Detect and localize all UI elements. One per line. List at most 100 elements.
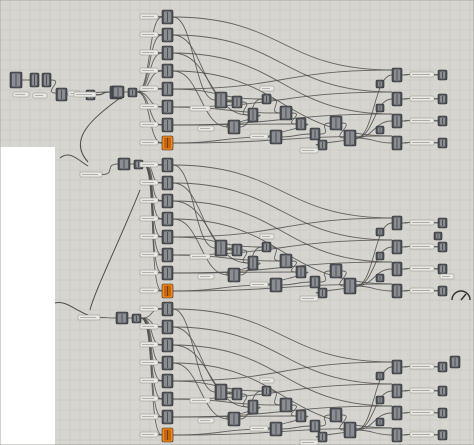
component[interactable]: [161, 211, 174, 227]
component[interactable]: [437, 407, 448, 419]
parameter-slot[interactable]: [409, 243, 435, 250]
parameter-slot[interactable]: [32, 92, 48, 99]
parameter-slot[interactable]: [409, 431, 435, 438]
parameter-slot[interactable]: [409, 117, 435, 124]
component[interactable]: [247, 107, 259, 123]
component[interactable]: [269, 277, 283, 293]
component[interactable]: [231, 387, 243, 401]
component[interactable]: [309, 127, 321, 141]
component[interactable]: [391, 359, 403, 375]
component[interactable]: [391, 383, 403, 399]
parameter-slot[interactable]: [139, 251, 159, 258]
component[interactable]: [161, 229, 174, 245]
component[interactable]: [55, 87, 68, 102]
parameter-slot[interactable]: [73, 91, 97, 98]
component[interactable]: [329, 263, 343, 279]
highlighted-component[interactable]: [161, 135, 174, 151]
parameter-slot[interactable]: [139, 413, 159, 420]
component[interactable]: [161, 193, 174, 209]
component[interactable]: [247, 255, 259, 271]
parameter-slot[interactable]: [139, 197, 159, 204]
node-graph[interactable]: [0, 0, 474, 445]
component[interactable]: [433, 231, 443, 241]
component[interactable]: [161, 373, 174, 389]
component[interactable]: [9, 71, 23, 89]
component[interactable]: [269, 129, 283, 145]
parameter-slot[interactable]: [139, 179, 159, 186]
parameter-slot[interactable]: [197, 273, 215, 280]
component[interactable]: [227, 267, 241, 283]
component[interactable]: [391, 135, 403, 151]
component[interactable]: [117, 157, 131, 171]
parameter-slot[interactable]: [249, 133, 269, 140]
component[interactable]: [329, 115, 343, 131]
parameter-slot[interactable]: [139, 49, 159, 56]
component[interactable]: [375, 79, 385, 89]
component[interactable]: [391, 67, 403, 83]
component[interactable]: [227, 411, 241, 427]
component[interactable]: [375, 395, 385, 405]
component[interactable]: [279, 397, 293, 413]
component[interactable]: [391, 261, 403, 277]
parameter-slot[interactable]: [79, 171, 103, 178]
component[interactable]: [261, 241, 272, 253]
component[interactable]: [343, 277, 357, 295]
parameter-slot[interactable]: [249, 281, 269, 288]
component[interactable]: [343, 129, 357, 147]
component[interactable]: [161, 81, 174, 97]
parameter-slot[interactable]: [139, 215, 159, 222]
parameter-slot[interactable]: [139, 377, 159, 384]
component[interactable]: [161, 63, 174, 79]
parameter-slot[interactable]: [259, 377, 275, 384]
parameter-slot[interactable]: [299, 147, 319, 154]
component[interactable]: [161, 391, 174, 407]
parameter-slot[interactable]: [409, 265, 435, 272]
component[interactable]: [437, 217, 448, 229]
component[interactable]: [437, 385, 448, 397]
parameter-slot[interactable]: [439, 273, 455, 280]
parameter-slot[interactable]: [409, 219, 435, 226]
component[interactable]: [161, 409, 174, 425]
parameter-slot[interactable]: [139, 359, 159, 366]
parameter-slot[interactable]: [409, 287, 435, 294]
parameter-slot[interactable]: [139, 287, 159, 294]
component[interactable]: [317, 431, 328, 443]
component[interactable]: [309, 419, 321, 433]
component[interactable]: [161, 265, 174, 281]
component[interactable]: [269, 421, 283, 437]
component[interactable]: [375, 103, 385, 113]
component[interactable]: [437, 69, 448, 81]
component[interactable]: [295, 409, 307, 423]
parameter-slot[interactable]: [139, 121, 159, 128]
parameter-slot[interactable]: [139, 233, 159, 240]
component[interactable]: [437, 93, 448, 105]
component[interactable]: [375, 371, 385, 381]
component[interactable]: [375, 417, 385, 427]
component[interactable]: [295, 117, 307, 131]
component[interactable]: [127, 87, 138, 98]
component[interactable]: [437, 137, 448, 149]
parameter-slot[interactable]: [139, 31, 159, 38]
parameter-slot[interactable]: [189, 253, 211, 260]
parameter-slot[interactable]: [139, 161, 159, 168]
parameter-slot[interactable]: [139, 395, 159, 402]
component[interactable]: [261, 385, 272, 397]
component[interactable]: [391, 113, 403, 129]
component[interactable]: [375, 273, 385, 283]
parameter-slot[interactable]: [409, 363, 435, 370]
component[interactable]: [115, 311, 129, 325]
component[interactable]: [391, 91, 403, 107]
component[interactable]: [161, 319, 174, 335]
component[interactable]: [161, 45, 174, 61]
component[interactable]: [437, 263, 448, 275]
component[interactable]: [161, 9, 174, 25]
component[interactable]: [161, 355, 174, 371]
highlighted-component[interactable]: [161, 427, 174, 443]
highlighted-component[interactable]: [161, 283, 174, 299]
parameter-slot[interactable]: [409, 95, 435, 102]
parameter-slot[interactable]: [409, 139, 435, 146]
parameter-slot[interactable]: [189, 105, 211, 112]
component[interactable]: [161, 301, 174, 317]
component[interactable]: [227, 119, 241, 135]
parameter-slot[interactable]: [139, 13, 159, 20]
